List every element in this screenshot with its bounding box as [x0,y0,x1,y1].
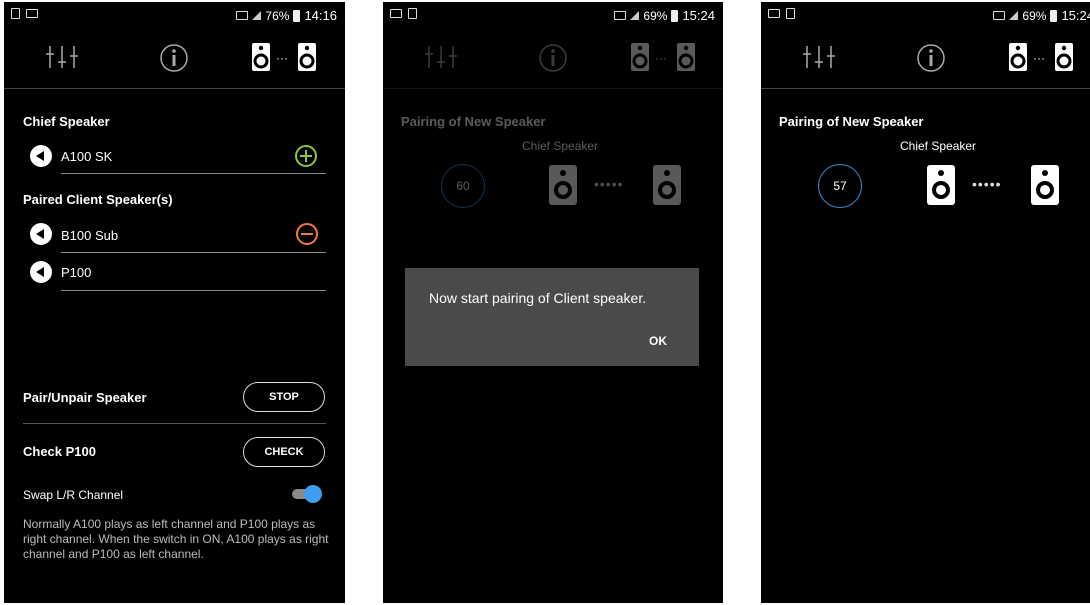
paired-speaker-name: B100 Sub [61,228,119,243]
clock: 15:24 [1061,8,1090,23]
phone-screen-pairing: 69% 15:24 ··· Pairing of New Speaker Chi… [761,2,1090,603]
phone-screen-pairing-dialog: 69% 15:24 ··· Pairing of New Speaker Chi… [383,2,723,603]
chief-speaker-label: Chief Speaker [522,139,599,153]
speaker-icon [30,261,52,283]
info-icon[interactable] [915,42,947,74]
speaker-icon [30,223,52,245]
divider [61,252,326,253]
chief-speaker-label: Chief Speaker [900,139,977,153]
signal-icon [630,11,640,20]
top-toolbar: ··· [4,28,345,89]
info-icon[interactable] [537,42,569,74]
notification-icon [786,8,795,19]
chief-speaker-icon [927,165,955,205]
paired-speakers-heading: Paired Client Speaker(s) [23,192,173,207]
info-icon[interactable] [158,42,190,74]
battery-icon [671,9,679,22]
toggle-knob [304,485,322,503]
client-speaker-icon [1031,165,1059,205]
speaker-icon [30,145,52,167]
swap-channel-description: Normally A100 plays as left channel and … [23,517,329,561]
notification-icon [11,8,20,19]
speaker-pair-icon[interactable]: ··· [250,40,320,74]
battery-percent: 69% [1022,8,1047,23]
client-speaker-icon [653,165,681,205]
top-toolbar: ··· [383,28,723,89]
image-notification-icon [390,9,402,18]
top-toolbar: ··· [761,28,1090,89]
alarm-icon [236,11,249,20]
pairing-heading: Pairing of New Speaker [779,114,924,129]
countdown-timer: 57 [818,164,862,208]
phone-screen-settings: 76% 14:16 ··· Chief Speaker A100 SK Pair… [4,2,345,603]
divider [23,423,326,424]
connecting-dots: ••••• [594,176,624,192]
add-circle-icon[interactable] [294,144,318,168]
battery-icon [1050,9,1058,22]
chief-speaker-heading: Chief Speaker [23,114,110,129]
pairing-heading: Pairing of New Speaker [401,114,546,129]
status-bar: 76% 14:16 [4,2,345,28]
swap-channel-label: Swap L/R Channel [23,488,124,502]
svg-text:···: ··· [1033,51,1045,65]
equalizer-icon[interactable] [423,42,463,72]
check-button[interactable]: CHECK [243,437,325,467]
swap-channel-toggle[interactable] [290,484,326,504]
equalizer-icon[interactable] [801,42,841,72]
equalizer-icon[interactable] [44,42,84,72]
svg-text:···: ··· [276,51,288,65]
battery-icon [293,9,301,22]
remove-circle-icon[interactable] [295,222,319,246]
notification-icon [408,8,417,19]
divider [61,290,326,291]
dialog-message: Now start pairing of Client speaker. [429,290,647,306]
chief-speaker-name: A100 SK [61,149,113,164]
countdown-timer: 60 [441,164,485,208]
divider [61,173,326,174]
pair-unpair-label: Pair/Unpair Speaker [23,390,147,405]
connecting-dots: ••••• [972,176,1002,192]
signal-icon [1009,11,1019,20]
speaker-pair-icon[interactable]: ··· [629,40,699,74]
battery-percent: 76% [265,8,290,23]
alarm-icon [614,11,627,20]
alarm-icon [993,11,1006,20]
battery-percent: 69% [643,8,668,23]
status-bar: 69% 15:24 [761,2,1090,28]
speaker-pair-icon[interactable]: ··· [1007,40,1077,74]
paired-speaker-name: P100 [61,265,92,280]
image-notification-icon [26,9,38,18]
status-bar: 69% 15:24 [383,2,723,28]
ok-button[interactable]: OK [649,334,667,348]
signal-icon [252,11,262,20]
clock: 15:24 [682,8,715,23]
pairing-dialog: Now start pairing of Client speaker. OK [405,268,699,366]
stop-button[interactable]: STOP [243,382,325,412]
svg-text:···: ··· [655,51,667,65]
chief-speaker-icon [549,165,577,205]
check-p100-label: Check P100 [23,444,96,459]
image-notification-icon [768,9,780,18]
clock: 14:16 [304,8,337,23]
